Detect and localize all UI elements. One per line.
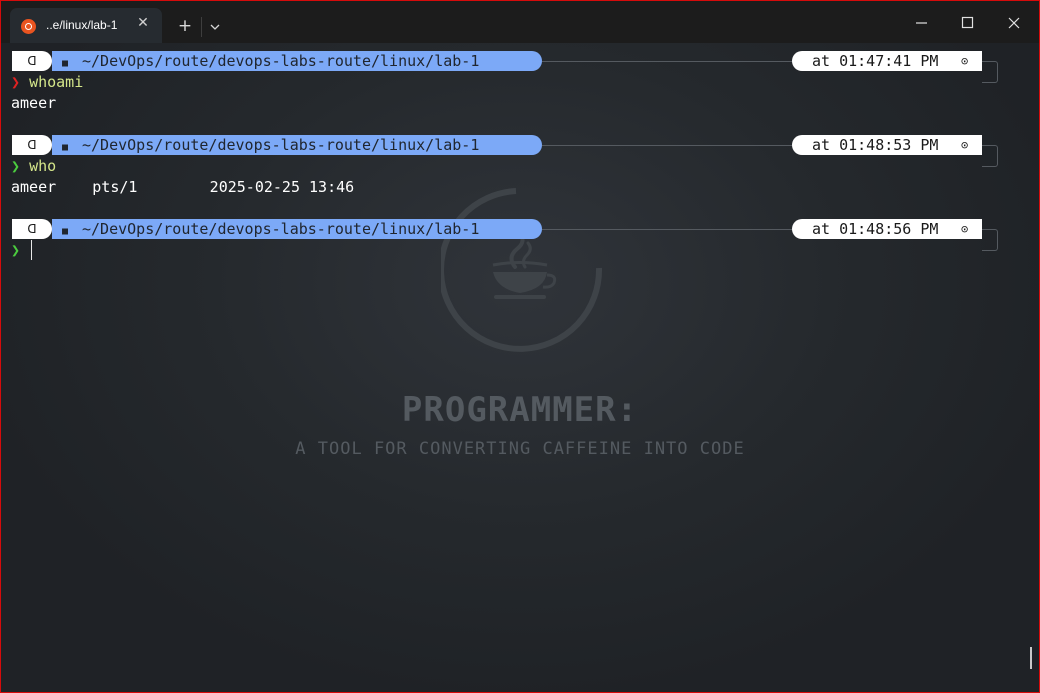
title-bar: ..e/linux/lab-1 ✕ + bbox=[1, 1, 1039, 44]
tab-separator bbox=[201, 17, 202, 37]
coffee-cup-icon bbox=[441, 188, 603, 352]
time-segment: at 01:48:53 PM ⊙ bbox=[792, 135, 982, 155]
new-tab-button[interactable]: + bbox=[175, 16, 195, 36]
success-chevron-icon: ❯ bbox=[11, 157, 21, 175]
maximize-icon bbox=[961, 16, 974, 29]
user-segment: ᗡ bbox=[12, 51, 52, 71]
chevron-down-icon[interactable] bbox=[206, 18, 224, 36]
prompt-time: at 01:47:41 PM bbox=[812, 52, 939, 70]
prompt-connector bbox=[542, 61, 792, 62]
prompt-time: at 01:48:53 PM bbox=[812, 136, 939, 154]
user-icon: ᗡ bbox=[27, 54, 37, 68]
command-text: whoami bbox=[29, 73, 84, 91]
tab-close-button[interactable]: ✕ bbox=[134, 14, 152, 32]
command-output: ameer pts/1 2025-02-25 13:46 bbox=[11, 178, 355, 196]
maximize-button[interactable] bbox=[955, 11, 981, 35]
prompt-bracket bbox=[982, 229, 998, 251]
close-window-button[interactable] bbox=[1001, 11, 1027, 35]
watermark-title: PROGRAMMER: bbox=[401, 390, 639, 430]
path-text: ~/DevOps/route/devops-labs-route/linux/l… bbox=[82, 52, 480, 70]
user-segment: ᗡ bbox=[12, 135, 52, 155]
scrollbar-thumb[interactable] bbox=[1030, 647, 1032, 669]
folder-icon: ■ bbox=[62, 142, 69, 153]
command-line: ❯ whoami bbox=[11, 72, 83, 92]
watermark-subtitle: A TOOL FOR CONVERTING CAFFEINE INTO CODE bbox=[295, 439, 745, 459]
prompt-bracket bbox=[982, 61, 998, 83]
command-line: ❯ who bbox=[11, 156, 56, 176]
user-segment: ᗡ bbox=[12, 219, 52, 239]
command-text: who bbox=[29, 157, 57, 175]
terminal-area[interactable]: PROGRAMMER: A TOOL FOR CONVERTING CAFFEI… bbox=[1, 43, 1039, 692]
close-icon bbox=[1008, 17, 1020, 29]
prompt-bracket bbox=[982, 145, 998, 167]
path-text: ~/DevOps/route/devops-labs-route/linux/l… bbox=[82, 220, 480, 238]
prompt-connector bbox=[542, 145, 792, 146]
path-segment: ■ ~/DevOps/route/devops-labs-route/linux/… bbox=[52, 219, 542, 239]
command-output: ameer bbox=[11, 94, 57, 112]
success-chevron-icon: ❯ bbox=[11, 241, 21, 259]
clock-icon: ⊙ bbox=[961, 138, 969, 152]
minimize-button[interactable] bbox=[909, 11, 935, 35]
prompt-connector bbox=[542, 229, 792, 230]
terminal-tab[interactable]: ..e/linux/lab-1 ✕ bbox=[10, 8, 162, 44]
user-icon: ᗡ bbox=[27, 222, 37, 236]
minimize-icon bbox=[916, 22, 927, 24]
clock-icon: ⊙ bbox=[961, 222, 969, 236]
clock-icon: ⊙ bbox=[961, 54, 969, 68]
path-segment: ■ ~/DevOps/route/devops-labs-route/linux/… bbox=[52, 51, 542, 71]
folder-icon: ■ bbox=[62, 58, 69, 69]
folder-icon: ■ bbox=[62, 226, 69, 237]
prompt-time: at 01:48:56 PM bbox=[812, 220, 939, 238]
user-icon: ᗡ bbox=[27, 138, 37, 152]
time-segment: at 01:48:56 PM ⊙ bbox=[792, 219, 982, 239]
path-segment: ■ ~/DevOps/route/devops-labs-route/linux/… bbox=[52, 135, 542, 155]
error-chevron-icon: ❯ bbox=[11, 73, 21, 91]
text-cursor[interactable] bbox=[31, 240, 32, 260]
time-segment: at 01:47:41 PM ⊙ bbox=[792, 51, 982, 71]
ubuntu-icon bbox=[21, 19, 36, 34]
path-text: ~/DevOps/route/devops-labs-route/linux/l… bbox=[82, 136, 480, 154]
tab-title: ..e/linux/lab-1 bbox=[46, 18, 118, 32]
command-line: ❯ bbox=[11, 240, 20, 260]
